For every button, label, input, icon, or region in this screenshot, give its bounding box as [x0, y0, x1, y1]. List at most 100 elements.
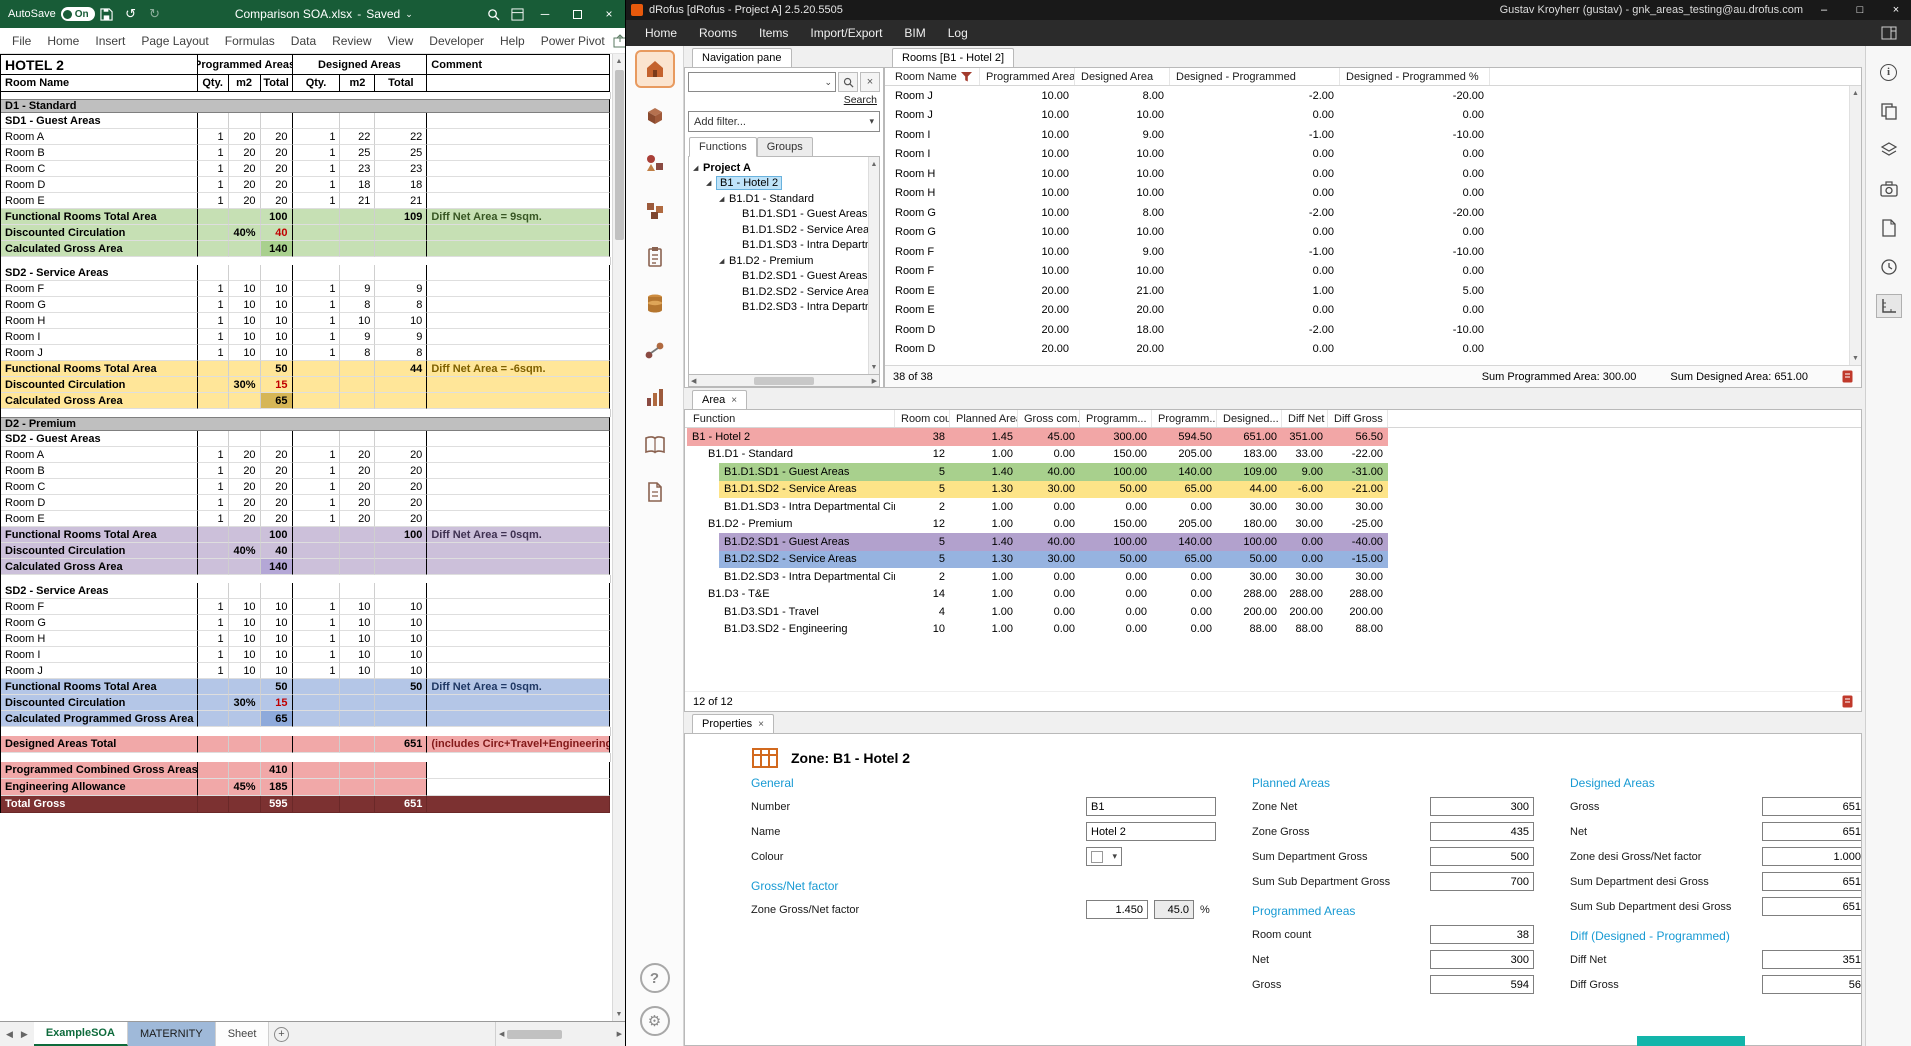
row-label[interactable]: SD2 - Service Areas: [1, 265, 198, 281]
value-cell[interactable]: [229, 679, 261, 695]
comment-cell[interactable]: Diff Net Area = 0sqm.: [427, 527, 610, 543]
value-cell[interactable]: [340, 762, 375, 779]
value-cell[interactable]: 10: [229, 281, 261, 297]
value-cell[interactable]: 651: [375, 736, 427, 753]
value-cell[interactable]: [293, 241, 341, 257]
sheet-tab-examplesoa[interactable]: ExampleSOA: [34, 1022, 128, 1046]
value-cell[interactable]: 1: [293, 479, 341, 495]
value-cell[interactable]: 8: [340, 297, 375, 313]
excel-menu-file[interactable]: File: [4, 30, 39, 52]
zone-net-input[interactable]: 300: [1430, 797, 1534, 816]
value-cell[interactable]: 20: [229, 495, 261, 511]
excel-menu-page-layout[interactable]: Page Layout: [133, 30, 216, 52]
rooms-column-header[interactable]: Designed Area: [1075, 68, 1170, 85]
value-cell[interactable]: [198, 711, 229, 727]
value-cell[interactable]: 20: [229, 145, 261, 161]
home-icon[interactable]: [637, 52, 673, 86]
value-cell[interactable]: 1: [293, 463, 341, 479]
value-cell[interactable]: [293, 431, 341, 447]
value-cell[interactable]: [198, 527, 229, 543]
value-cell[interactable]: 1: [293, 161, 341, 177]
row-label[interactable]: Room E: [1, 511, 198, 527]
area-column-header[interactable]: Function: [685, 410, 895, 427]
area-row[interactable]: B1 - Hotel 2381.4545.00300.00594.50651.0…: [685, 428, 1861, 446]
value-cell[interactable]: [340, 361, 375, 377]
drofus-menu-import-export[interactable]: Import/Export: [799, 22, 893, 44]
value-cell[interactable]: 140: [261, 241, 293, 257]
value-cell[interactable]: 10: [229, 329, 261, 345]
area-column-header[interactable]: Gross com...: [1018, 410, 1080, 427]
value-cell[interactable]: 30%: [229, 695, 261, 711]
row-label[interactable]: SD1 - Guest Areas: [1, 113, 198, 129]
comment-cell[interactable]: [427, 265, 610, 281]
save-icon[interactable]: [95, 0, 119, 28]
value-cell[interactable]: 20: [340, 463, 375, 479]
value-cell[interactable]: [198, 762, 229, 779]
search-button[interactable]: [838, 72, 858, 92]
measure-icon[interactable]: [1876, 294, 1902, 318]
maximize-button[interactable]: □: [1845, 0, 1875, 20]
diff-gross-input[interactable]: 56: [1762, 975, 1862, 994]
row-label[interactable]: Room H: [1, 313, 198, 329]
value-cell[interactable]: 40%: [229, 543, 261, 559]
value-cell[interactable]: 20: [340, 447, 375, 463]
value-cell[interactable]: 15: [261, 695, 293, 711]
area-row[interactable]: B1.D3 - T&E141.000.000.000.00288.00288.0…: [685, 586, 1861, 604]
value-cell[interactable]: 20: [229, 511, 261, 527]
value-cell[interactable]: [261, 265, 293, 281]
value-cell[interactable]: [198, 209, 229, 225]
value-cell[interactable]: 10: [229, 297, 261, 313]
ribbon-display-icon[interactable]: [505, 0, 529, 28]
value-cell[interactable]: [340, 779, 375, 796]
value-cell[interactable]: 1: [293, 345, 341, 361]
expanded-caret-icon[interactable]: ◢: [719, 195, 729, 203]
value-cell[interactable]: [293, 265, 341, 281]
value-cell[interactable]: 20: [229, 177, 261, 193]
value-cell[interactable]: 10: [375, 615, 427, 631]
excel-menu-developer[interactable]: Developer: [421, 30, 492, 52]
comment-cell[interactable]: [427, 762, 610, 779]
layers-icon[interactable]: [1876, 138, 1902, 162]
comment-cell[interactable]: [427, 345, 610, 361]
value-cell[interactable]: [293, 527, 341, 543]
number-input[interactable]: B1: [1086, 797, 1216, 816]
value-cell[interactable]: 1: [293, 631, 341, 647]
value-cell[interactable]: [229, 361, 261, 377]
close-tab-icon[interactable]: ×: [731, 395, 737, 406]
layout-icon[interactable]: [1881, 26, 1911, 40]
value-cell[interactable]: 1: [198, 297, 229, 313]
value-cell[interactable]: 30%: [229, 377, 261, 393]
tab-navigation-pane[interactable]: Navigation pane: [692, 48, 792, 67]
programmed-areas-header[interactable]: Programmed Areas: [198, 54, 293, 75]
value-cell[interactable]: 8: [375, 345, 427, 361]
value-cell[interactable]: 1: [293, 495, 341, 511]
value-cell[interactable]: 185: [261, 779, 293, 796]
value-cell[interactable]: [375, 695, 427, 711]
value-cell[interactable]: [375, 393, 427, 409]
value-cell[interactable]: 40: [261, 225, 293, 241]
sum-department-gross-input[interactable]: 500: [1430, 847, 1534, 866]
value-cell[interactable]: [198, 796, 229, 813]
row-label[interactable]: Functional Rooms Total Area: [1, 361, 198, 377]
row-label[interactable]: Discounted Circulation: [1, 377, 198, 393]
autosave-toggle[interactable]: AutoSave On: [8, 7, 95, 21]
expanded-caret-icon[interactable]: ◢: [693, 164, 703, 172]
comment-header[interactable]: Comment: [427, 54, 610, 75]
designed-areas-header[interactable]: Designed Areas: [293, 54, 428, 75]
tree-item[interactable]: ◢B1.D2 - Premium: [689, 253, 879, 269]
row-label[interactable]: SD2 - Service Areas: [1, 583, 198, 599]
report-icon[interactable]: [1842, 370, 1853, 383]
value-cell[interactable]: 1: [198, 313, 229, 329]
row-label[interactable]: Room I: [1, 647, 198, 663]
row-label[interactable]: Calculated Gross Area: [1, 393, 198, 409]
comment-cell[interactable]: [427, 511, 610, 527]
row-label[interactable]: Room C: [1, 479, 198, 495]
value-cell[interactable]: [340, 113, 375, 129]
area-row[interactable]: B1.D1.SD2 - Service Areas51.3030.0050.00…: [685, 481, 1861, 499]
row-label[interactable]: Programmed Combined Gross Areas: [1, 762, 198, 779]
value-cell[interactable]: 10: [261, 345, 293, 361]
room-row[interactable]: Room F10.0010.000.000.00: [885, 262, 1861, 282]
area-column-header[interactable]: Diff Gross: [1328, 410, 1388, 427]
drofus-menu-rooms[interactable]: Rooms: [688, 22, 748, 44]
row-label[interactable]: Room I: [1, 329, 198, 345]
